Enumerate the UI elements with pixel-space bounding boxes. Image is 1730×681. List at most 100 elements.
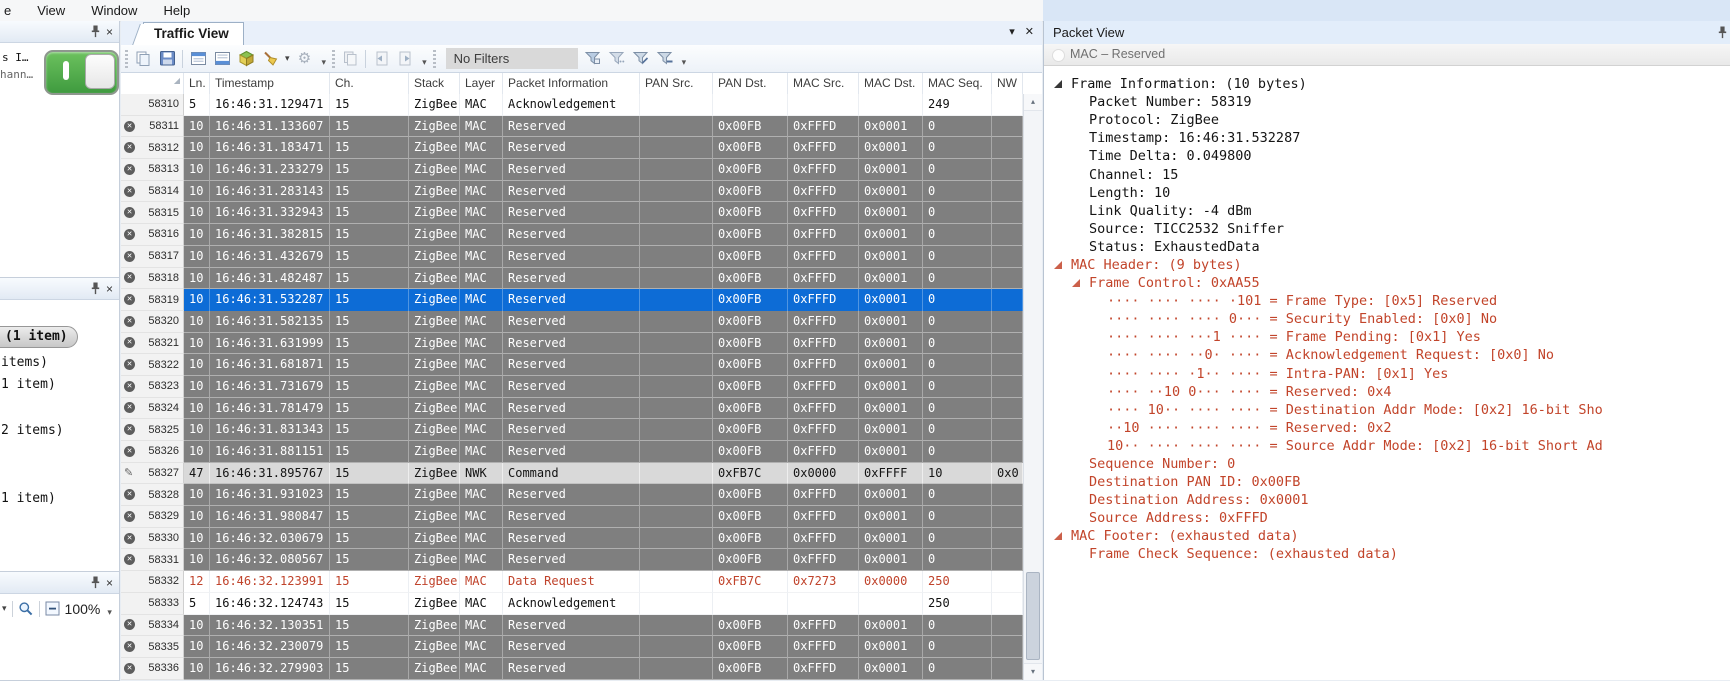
toolbar-overflow-icon[interactable]: ▾	[682, 57, 687, 68]
pin-icon[interactable]	[91, 282, 100, 295]
column-header[interactable]: PAN Dst.	[713, 73, 788, 94]
menu-item-window[interactable]: Window	[91, 3, 137, 18]
packet-tree-line[interactable]: Status: ExhaustedData	[1044, 238, 1730, 256]
table-row[interactable]: ✕583261016:46:31.88115115ZigBeeMACReserv…	[121, 441, 1023, 463]
tab-traffic-view[interactable]: Traffic View	[143, 22, 244, 45]
table-row[interactable]: ✕583231016:46:31.73167915ZigBeeMACReserv…	[121, 376, 1023, 398]
expand-triangle-icon[interactable]	[1054, 80, 1071, 88]
scroll-down-icon[interactable]: ▾	[1024, 663, 1042, 680]
tab-close-icon[interactable]: ✕	[1025, 25, 1034, 38]
pin-icon[interactable]	[1718, 26, 1727, 39]
packet-tree-line[interactable]: ···· ···· ··0· ···· = Acknowledgement Re…	[1044, 346, 1730, 364]
table-row[interactable]: ✕583241016:46:31.78147915ZigBeeMACReserv…	[121, 398, 1023, 420]
column-header[interactable]: ◢	[121, 73, 184, 94]
panel-layout-bottom-icon[interactable]	[213, 50, 231, 68]
table-row[interactable]: ✕583181016:46:31.48248715ZigBeeMACReserv…	[121, 268, 1023, 290]
packet-tree-line[interactable]: ···· ···· ···· ·101 = Frame Type: [0x5] …	[1044, 292, 1730, 310]
packet-tree-line[interactable]: Packet Number: 58319	[1044, 93, 1730, 111]
packet-tree-line[interactable]: Frame Information: (10 bytes)	[1044, 75, 1730, 93]
left-tree-item[interactable]: 2 items)	[1, 423, 64, 438]
prev-page-icon[interactable]	[372, 50, 390, 68]
filter-apply-icon[interactable]	[584, 50, 602, 68]
save-icon[interactable]	[158, 50, 176, 68]
table-row[interactable]: ✕583211016:46:31.63199915ZigBeeMACReserv…	[121, 333, 1023, 355]
toolbar-grip[interactable]	[433, 50, 436, 68]
table-row[interactable]: ✕583111016:46:31.13360715ZigBeeMACReserv…	[121, 116, 1023, 138]
table-row[interactable]: ✕583121016:46:31.18347115ZigBeeMACReserv…	[121, 137, 1023, 159]
magnifier-icon[interactable]	[18, 601, 34, 617]
table-row[interactable]: ✕583171016:46:31.43267915ZigBeeMACReserv…	[121, 246, 1023, 268]
zoom-out-icon[interactable]	[45, 601, 60, 616]
left-tree-item[interactable]: (1 item)	[0, 326, 78, 348]
packet-tree-line[interactable]: Time Delta: 0.049800	[1044, 147, 1730, 165]
column-header[interactable]: Layer	[460, 73, 503, 94]
table-row[interactable]: ✕583361016:46:32.27990315ZigBeeMACReserv…	[121, 658, 1023, 680]
packet-tree-line[interactable]: Frame Control: 0xAA55	[1044, 274, 1730, 292]
column-header[interactable]: MAC Seq.	[923, 73, 992, 94]
clear-broom-icon[interactable]	[261, 50, 279, 68]
column-header[interactable]: MAC Src.	[788, 73, 859, 94]
packet-tree-line[interactable]: ··10 ···· ···· ···· = Reserved: 0x2	[1044, 419, 1730, 437]
pin-icon[interactable]	[91, 25, 100, 38]
expand-triangle-icon[interactable]	[1054, 532, 1071, 540]
open-capture-icon[interactable]	[134, 50, 152, 68]
packet-tree-line[interactable]: ···· ···· ·1·· ···· = Intra-PAN: [0x1] Y…	[1044, 365, 1730, 383]
packet-tree-line[interactable]: MAC Footer: (exhausted data)	[1044, 527, 1730, 545]
packet-tree-line[interactable]: 10·· ···· ···· ···· = Source Addr Mode: …	[1044, 437, 1730, 455]
clear-dropdown-icon[interactable]: ▾	[285, 53, 290, 64]
packet-tree-line[interactable]: ···· 10·· ···· ···· = Destination Addr M…	[1044, 401, 1730, 419]
overflow-icon[interactable]: ▾	[107, 607, 112, 618]
filter-quick-icon[interactable]	[632, 50, 650, 68]
toolbar-grip[interactable]	[125, 50, 128, 68]
left-tree-item[interactable]: 1 item)	[1, 491, 56, 506]
column-header[interactable]: Stack	[409, 73, 460, 94]
left-tree-item[interactable]: items)	[1, 355, 48, 370]
filter-remove-icon[interactable]	[656, 50, 674, 68]
table-row[interactable]: ✕583351016:46:32.23007915ZigBeeMACReserv…	[121, 636, 1023, 658]
column-header[interactable]: MAC Dst.	[859, 73, 923, 94]
copy-icon[interactable]	[341, 50, 359, 68]
close-icon[interactable]: ×	[106, 283, 113, 295]
packet-tree-line[interactable]: Source Address: 0xFFFD	[1044, 509, 1730, 527]
table-row[interactable]: ✕583161016:46:31.38281515ZigBeeMACReserv…	[121, 224, 1023, 246]
packet-tree-line[interactable]: Protocol: ZigBee	[1044, 111, 1730, 129]
next-page-icon[interactable]	[396, 50, 414, 68]
packet-tree-line[interactable]: Length: 10	[1044, 184, 1730, 202]
expand-triangle-icon[interactable]	[1072, 279, 1089, 287]
column-header[interactable]: Ch.	[330, 73, 409, 94]
table-row[interactable]: ✕583201016:46:31.58213515ZigBeeMACReserv…	[121, 311, 1023, 333]
pin-icon[interactable]	[91, 576, 100, 589]
network-cube-icon[interactable]	[237, 50, 255, 68]
expand-triangle-icon[interactable]	[1054, 261, 1071, 269]
packet-tree-line[interactable]: Timestamp: 16:46:31.532287	[1044, 129, 1730, 147]
packet-tree-line[interactable]: MAC Header: (9 bytes)	[1044, 256, 1730, 274]
close-icon[interactable]: ×	[106, 26, 113, 38]
table-row[interactable]: 58310516:46:31.12947115ZigBeeMACAcknowle…	[121, 94, 1023, 116]
table-row[interactable]: 58333516:46:32.12474315ZigBeeMACAcknowle…	[121, 593, 1023, 615]
filter-input[interactable]: No Filters	[446, 48, 578, 69]
table-row[interactable]: ✎583274716:46:31.89576715ZigBeeNWKComman…	[121, 463, 1023, 485]
table-row[interactable]: ✕583221016:46:31.68187115ZigBeeMACReserv…	[121, 354, 1023, 376]
table-row[interactable]: ✕583341016:46:32.13035115ZigBeeMACReserv…	[121, 615, 1023, 637]
column-header[interactable]: Timestamp	[210, 73, 330, 94]
column-header[interactable]: NW	[992, 73, 1023, 94]
column-header[interactable]: Packet Information	[503, 73, 640, 94]
table-row[interactable]: ✕583191016:46:31.53228715ZigBeeMACReserv…	[121, 289, 1023, 311]
menu-item-view[interactable]: View	[37, 3, 65, 18]
column-header[interactable]: Ln.	[184, 73, 210, 94]
packet-tree-line[interactable]: ···· ···· ···1 ···· = Frame Pending: [0x…	[1044, 328, 1730, 346]
tab-list-arrow-icon[interactable]: ▾	[1009, 25, 1015, 38]
packet-tree-line[interactable]: ···· ··10 0··· ···· = Reserved: 0x4	[1044, 383, 1730, 401]
table-row[interactable]: ✕583291016:46:31.98084715ZigBeeMACReserv…	[121, 506, 1023, 528]
dropdown-arrow-icon[interactable]: ▾	[2, 603, 7, 614]
packet-tree-line[interactable]: Destination Address: 0x0001	[1044, 491, 1730, 509]
toggle-knob[interactable]	[85, 54, 115, 89]
table-row[interactable]: ✕583251016:46:31.83134315ZigBeeMACReserv…	[121, 419, 1023, 441]
table-row[interactable]: ✕583281016:46:31.93102315ZigBeeMACReserv…	[121, 484, 1023, 506]
filter-edit-icon[interactable]	[608, 50, 626, 68]
settings-gear-icon[interactable]: ⚙	[296, 50, 314, 68]
packet-tree-line[interactable]: Channel: 15	[1044, 165, 1730, 183]
packet-tree-line[interactable]: Destination PAN ID: 0x00FB	[1044, 473, 1730, 491]
table-row[interactable]: ✕583301016:46:32.03067915ZigBeeMACReserv…	[121, 528, 1023, 550]
capture-toggle[interactable]	[44, 50, 119, 95]
